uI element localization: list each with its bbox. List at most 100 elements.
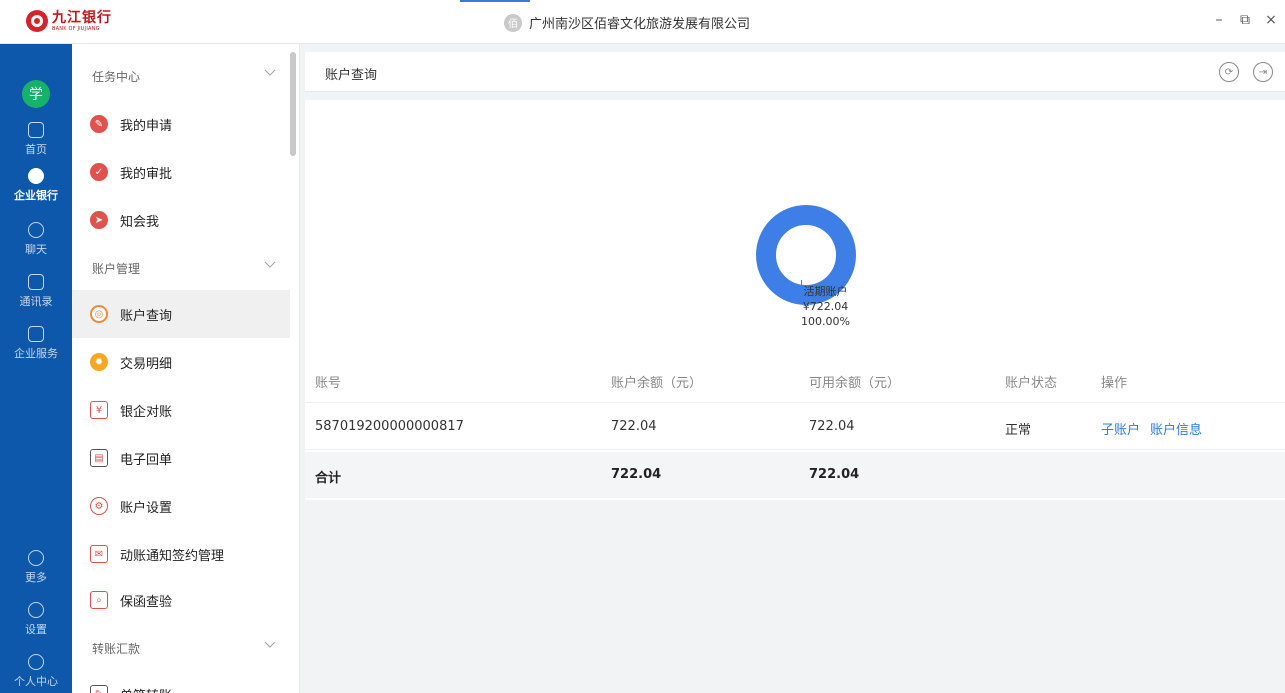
yen-icon: ¥ — [90, 401, 108, 419]
menu-group-label: 转账汇款 — [92, 641, 141, 656]
chevron-down-icon — [264, 69, 276, 76]
column-header-available: 可用余额（元） — [809, 376, 901, 391]
total-label: 合计 — [315, 471, 342, 486]
menu-group-account-management[interactable]: 账户管理 — [72, 244, 290, 292]
window-controls: – ⧉ × — [1213, 12, 1277, 28]
page-title: 账户查询 — [325, 68, 378, 83]
menu-item-label: 账户设置 — [120, 500, 173, 516]
company-icon: 佰 — [504, 13, 522, 32]
column-header-status: 账户状态 — [1005, 376, 1058, 391]
menu-item-guarantee-check[interactable]: ⌕ 保函查验 — [72, 576, 290, 624]
available-balance: 722.04 — [809, 419, 855, 434]
briefcase-icon — [28, 326, 44, 342]
bank-logo: 九江银行 BANK OF JIUJIANG — [26, 10, 112, 32]
pen-icon: ✎ — [90, 115, 108, 133]
menu-item-my-applications[interactable]: ✎ 我的申请 — [72, 100, 290, 148]
menu-item-single-transfer[interactable]: ✎ 单笔转账 — [72, 670, 290, 693]
exit-icon[interactable]: ⇥ — [1253, 62, 1273, 82]
menu-item-transaction-details[interactable]: ✹ 交易明细 — [72, 338, 290, 386]
refresh-icon[interactable]: ⟳ — [1219, 62, 1239, 82]
column-header-account: 账号 — [315, 376, 342, 391]
user-icon — [28, 654, 44, 670]
menu-item-label: 我的申请 — [120, 118, 173, 134]
menu-item-label: 动账通知签约管理 — [120, 548, 225, 564]
more-icon — [28, 550, 44, 566]
menu-item-label: 交易明细 — [120, 356, 173, 372]
company-name-text: 广州南沙区佰睿文化旅游发展有限公司 — [529, 17, 751, 32]
chat-icon — [28, 222, 44, 238]
rail-item-corporate-bank[interactable]: 企业银行 — [0, 168, 72, 203]
menu-item-notify-me[interactable]: ➤ 知会我 — [72, 196, 290, 244]
total-balance: 722.04 — [611, 467, 662, 482]
menu-scrollbar[interactable] — [290, 52, 296, 156]
avatar[interactable]: 学 — [22, 80, 50, 108]
bank-logo-en: BANK OF JIUJIANG — [52, 25, 100, 32]
rail-item-profile[interactable]: 个人中心 — [0, 654, 72, 689]
account-info-link[interactable]: 账户信息 — [1150, 423, 1202, 438]
approval-icon: ✓ — [90, 163, 108, 181]
rail-item-label: 个人中心 — [14, 675, 58, 688]
chevron-down-icon — [264, 261, 276, 268]
account-number: 587019200000000817 — [315, 419, 464, 434]
menu-item-label: 保函查验 — [120, 594, 173, 610]
restore-icon[interactable]: ⧉ — [1239, 12, 1251, 28]
column-header-actions: 操作 — [1101, 376, 1128, 391]
bank-icon — [28, 168, 44, 184]
send-icon: ➤ — [90, 211, 108, 229]
menu-item-label: 银企对账 — [120, 404, 173, 420]
donut-label-amount: ¥722.04 — [802, 300, 849, 313]
receipt-icon: ▤ — [90, 449, 108, 467]
sun-icon: ✹ — [90, 353, 108, 371]
content-header: 账户查询 ⟳ ⇥ — [305, 52, 1285, 92]
rail-item-contacts[interactable]: 通讯录 — [0, 274, 72, 309]
bank-logo-cn: 九江银行 — [52, 9, 112, 26]
table-row: 587019200000000817 722.04 722.04 正常 子账户账… — [305, 402, 1285, 450]
menu-item-my-approvals[interactable]: ✓ 我的审批 — [72, 148, 290, 196]
minimize-icon[interactable]: – — [1213, 12, 1225, 28]
nav-rail: 学 首页 企业银行 聊天 通讯录 企业服务 更多 设置 个人中心 — [0, 44, 72, 693]
menu-item-account-query[interactable]: ◎ 账户查询 — [72, 290, 290, 338]
total-available: 722.04 — [809, 467, 860, 482]
menu-item-e-receipt[interactable]: ▤ 电子回单 — [72, 434, 290, 482]
company-name: 佰 广州南沙区佰睿文化旅游发展有限公司 — [504, 13, 750, 32]
menu-item-label: 电子回单 — [120, 452, 173, 468]
user-gear-icon: ⚙ — [90, 497, 108, 515]
menu-item-account-settings[interactable]: ⚙ 账户设置 — [72, 482, 290, 530]
rail-item-label: 更多 — [25, 571, 47, 584]
status-badge: 正常 — [1005, 423, 1032, 438]
donut-label-percent: 100.00% — [801, 315, 850, 328]
rail-item-settings[interactable]: 设置 — [0, 602, 72, 637]
total-row: 合计 722.04 722.04 — [305, 452, 1285, 498]
rail-item-services[interactable]: 企业服务 — [0, 326, 72, 361]
rail-item-label: 企业服务 — [14, 347, 58, 360]
rail-item-home[interactable]: 首页 — [0, 122, 72, 157]
rail-item-more[interactable]: 更多 — [0, 550, 72, 585]
chevron-down-icon — [264, 641, 276, 648]
menu-item-transaction-notification[interactable]: ✉ 动账通知签约管理 — [72, 530, 290, 578]
menu-item-label: 单笔转账 — [120, 685, 172, 693]
calendar-icon: ✉ — [90, 545, 108, 563]
column-header-balance: 账户余额（元） — [611, 376, 703, 391]
account-balance: 722.04 — [611, 419, 657, 434]
donut-label: 活期账户 ¥722.04 100.00% — [801, 284, 850, 329]
menu-item-bank-reconciliation[interactable]: ¥ 银企对账 — [72, 386, 290, 434]
rail-item-label: 聊天 — [25, 243, 47, 256]
menu-group-task-center[interactable]: 任务中心 — [72, 52, 290, 100]
sub-account-link[interactable]: 子账户 — [1101, 423, 1140, 438]
rail-item-label: 企业银行 — [14, 189, 58, 202]
rail-item-label: 通讯录 — [19, 295, 53, 308]
side-menu: 任务中心 ✎ 我的申请 ✓ 我的审批 ➤ 知会我 账户管理 ◎ 账户查询 ✹ 交… — [72, 44, 300, 693]
donut-label-name: 活期账户 — [803, 285, 848, 298]
menu-group-transfer[interactable]: 转账汇款 — [72, 624, 290, 672]
document-search-icon: ⌕ — [90, 591, 108, 609]
rail-item-chat[interactable]: 聊天 — [0, 222, 72, 257]
close-icon[interactable]: × — [1265, 12, 1277, 28]
menu-item-label: 账户查询 — [120, 308, 173, 324]
menu-item-label: 我的审批 — [120, 166, 173, 182]
menu-group-label: 任务中心 — [92, 69, 141, 84]
rail-item-label: 设置 — [25, 623, 47, 636]
settings-icon — [28, 602, 44, 618]
bank-logo-mark — [26, 10, 48, 32]
title-bar: 九江银行 BANK OF JIUJIANG 佰 广州南沙区佰睿文化旅游发展有限公… — [0, 0, 1285, 44]
menu-group-label: 账户管理 — [92, 261, 141, 276]
